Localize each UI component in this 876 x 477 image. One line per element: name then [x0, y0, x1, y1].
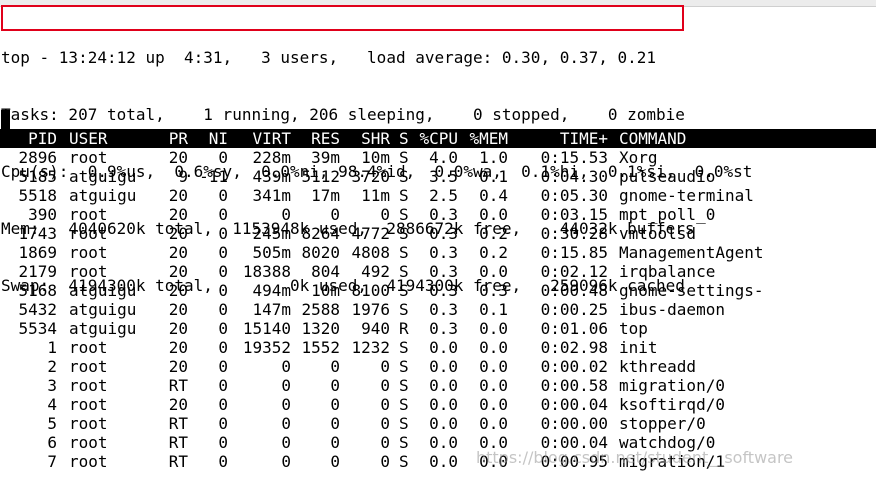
cell-command: Xorg: [619, 148, 658, 167]
cell-command: top: [619, 319, 648, 338]
process-row: 1 root 20 0 19352 1552 1232 S 0.0 0.0 0:02.98 init: [1, 338, 876, 357]
process-row: 5518 atguigu 20 0 341m 17m 11m S 2.5 0.4 0:05.30 gn…: [1, 186, 876, 205]
cell-pid: 2179: [18, 262, 57, 281]
cell-pid: 5: [47, 414, 57, 433]
cell-time: 0:15.85: [540, 243, 608, 262]
process-row: 5 root RT 0 0 0 0 S 0.0 0.0 0:00.00 stopper/0: [1, 414, 876, 433]
cell-command: ibus-daemon: [619, 300, 725, 319]
process-row: 2 root 20 0 0 0 0 S 0.0 0.0 0:00.02 kthreadd: [1, 357, 876, 376]
column-header-command: COMMAND: [619, 129, 687, 148]
cell-pid: 2896: [18, 148, 57, 167]
column-header-time: TIME+: [559, 129, 608, 148]
cell-time: 0:00.04: [540, 395, 608, 414]
cell-time: 0:02.98: [540, 338, 608, 357]
cell-command: pulseaudio: [619, 167, 716, 186]
cell-command: mpt_poll_0: [619, 205, 716, 224]
cell-command: vmtoolsd: [619, 224, 697, 243]
process-table: 2896 root 20 0 228m 39m 10m S 4.0 1.0 0:15.53 Xorg 5…: [1, 148, 876, 471]
cell-time: 0:00.02: [540, 357, 608, 376]
cell-time: 0:02.12: [540, 262, 608, 281]
process-table-header: PID USER PR NI VIRT RES SHR S %CPU %MEM TIME+ COMMA…: [0, 129, 876, 148]
cell-pid: 390: [28, 205, 57, 224]
cell-pid: 5168: [18, 281, 57, 300]
cell-pid: 2: [47, 357, 57, 376]
cell-command: gnome-settings-: [619, 281, 764, 300]
cell-command: ManagementAgent: [619, 243, 764, 262]
cell-time: 0:15.53: [540, 148, 608, 167]
cell-time: 0:03.15: [540, 205, 608, 224]
cell-pid: 1: [47, 338, 57, 357]
cell-pid: 1869: [18, 243, 57, 262]
process-row: 2179 root 20 0 18388 804 492 S 0.3 0.0 0:02.12 irqb…: [1, 262, 876, 281]
cell-time: 0:05.30: [540, 186, 608, 205]
header-cells: PID USER PR NI VIRT RES SHR S %CPU %MEM TIME+ COMMA…: [1, 129, 876, 148]
process-row: 1869 root 20 0 505m 8020 4808 S 0.3 0.2 0:15.85 Man…: [1, 243, 876, 262]
process-row: 2896 root 20 0 228m 39m 10m S 4.0 1.0 0:15.53 Xorg: [1, 148, 876, 167]
cell-time: 0:00.48: [540, 281, 608, 300]
terminal-cursor: [1, 110, 10, 129]
cell-command: irqbalance: [619, 262, 716, 281]
process-row: 4 root 20 0 0 0 0 S 0.0 0.0 0:00.04 ksoftirqd/0: [1, 395, 876, 414]
process-row: 5185 atguigu 9 -11 439m 5112 3720 S 3.5 0.1 0:04.3…: [1, 167, 876, 186]
cell-command: init: [619, 338, 658, 357]
cell-time: 0:00.00: [540, 414, 608, 433]
cell-command: ksoftirqd/0: [619, 395, 725, 414]
uptime-load-line: top - 13:24:12 up 4:31, 3 users, load av…: [1, 48, 657, 67]
tasks-line: Tasks: 207 total, 1 running, 206 sleepin…: [1, 105, 685, 124]
cell-time: 0:00.25: [540, 300, 608, 319]
cell-pid: 7: [47, 452, 57, 471]
cell-time: 0:04.30: [540, 167, 608, 186]
cell-pid: 6: [47, 433, 57, 452]
process-row: 5534 atguigu 20 0 15140 1320 940 R 0.3 0.0 0:01.06…: [1, 319, 876, 338]
cell-pid: 3: [47, 376, 57, 395]
cell-pid: 1743: [18, 224, 57, 243]
cell-pid: 5518: [18, 186, 57, 205]
cell-pid: 5185: [18, 167, 57, 186]
process-row: 5168 atguigu 20 0 494m 10m 8100 S 0.3 0.3 0:00.48 g…: [1, 281, 876, 300]
cell-pid: 5432: [18, 300, 57, 319]
watermark: https://blog.csdn.net/student__software: [476, 448, 794, 467]
process-row: 390 root 20 0 0 0 0 S 0.3 0.0 0:03.15 mpt_poll_0: [1, 205, 876, 224]
cell-pid: 4: [47, 395, 57, 414]
cell-command: gnome-terminal: [619, 186, 754, 205]
cell-command: stopper/0: [619, 414, 706, 433]
cell-time: 0:01.06: [540, 319, 608, 338]
process-row: 1743 root 20 0 245m 8264 4772 S 0.3 0.2 0:30.28 vmt…: [1, 224, 876, 243]
process-row: 3 root RT 0 0 0 0 S 0.0 0.0 0:00.58 migration/0: [1, 376, 876, 395]
cell-command: kthreadd: [619, 357, 697, 376]
cell-command: migration/0: [619, 376, 725, 395]
cell-time: 0:30.28: [540, 224, 608, 243]
uptime-highlight-box: [1, 5, 684, 31]
column-header-pid: PID: [28, 129, 57, 148]
cell-pid: 5534: [18, 319, 57, 338]
cell-time: 0:00.58: [540, 376, 608, 395]
process-row: 5432 atguigu 20 0 147m 2588 1976 S 0.3 0.1 0:00.25…: [1, 300, 876, 319]
